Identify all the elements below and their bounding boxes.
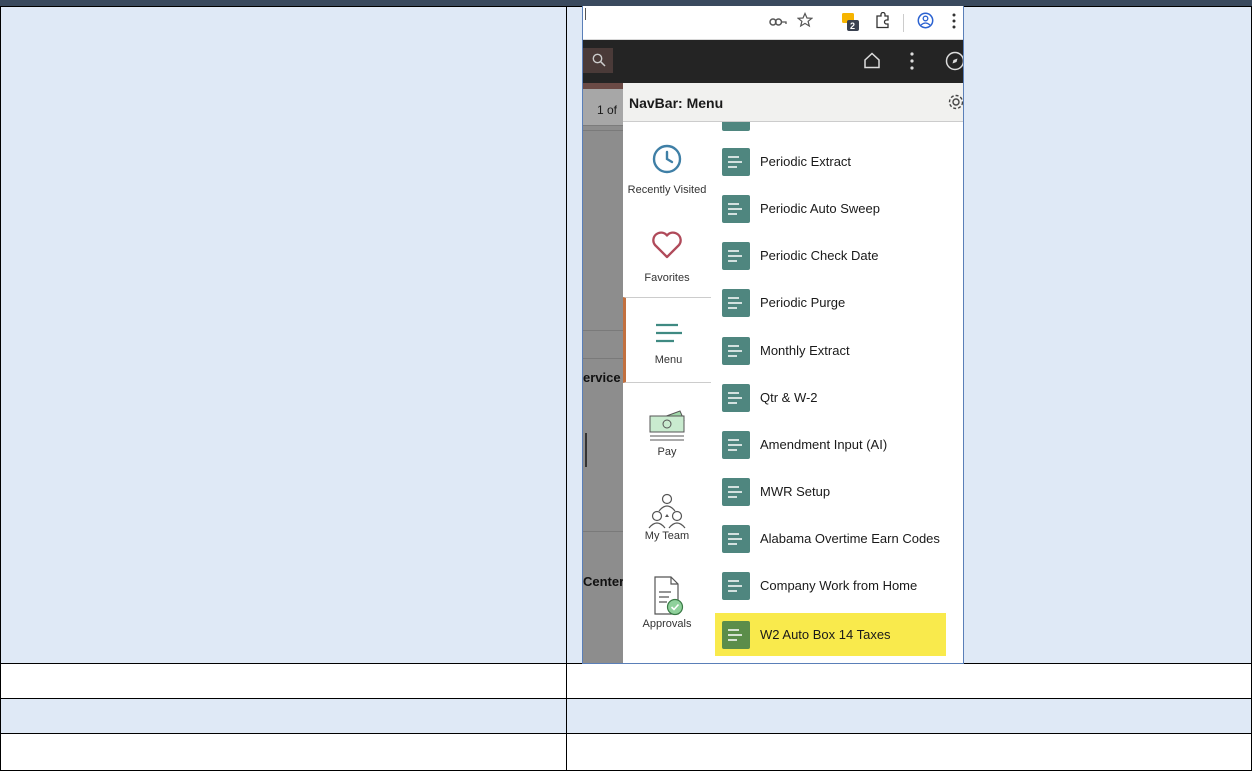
search-icon[interactable] <box>583 48 613 73</box>
underlying-page: 1 of ervice Center <box>583 83 625 663</box>
menu-item-label: Company Work from Home <box>760 578 918 593</box>
sidebar-item-label: Pay <box>657 446 677 458</box>
puzzle-icon[interactable] <box>875 11 891 34</box>
sidebar-item-label: My Team <box>644 530 690 542</box>
text-cursor-icon <box>585 8 586 20</box>
key-icon[interactable] <box>769 15 787 33</box>
pager-text: 1 of <box>597 103 618 117</box>
menu-item[interactable]: Periodic Check Date <box>716 236 940 276</box>
menu-item[interactable]: Monthly Extract <box>716 331 940 371</box>
menu-item-label: Alabama Overtime Earn Codes <box>760 531 940 546</box>
menu-item[interactable]: Periodic Purge <box>716 283 940 323</box>
sidebar-item-pay[interactable]: Pay <box>623 408 711 478</box>
table-cell <box>0 6 567 664</box>
team-icon <box>646 492 688 530</box>
underlying-label-service: ervice <box>583 370 621 385</box>
underlying-row-line <box>583 330 623 331</box>
menu-item[interactable]: Company Work from Home <box>716 566 940 606</box>
table-row <box>0 663 1252 699</box>
actions-menu-icon[interactable] <box>910 52 914 75</box>
navbar-compass-icon[interactable] <box>945 51 963 76</box>
underlying-row-line <box>583 130 623 131</box>
menu-item-icon <box>722 431 750 459</box>
menu-item-icon <box>722 525 750 553</box>
star-icon[interactable] <box>796 12 814 33</box>
sidebar-item-my-team[interactable]: My Team <box>623 492 711 562</box>
navbar-sidebar: Recently Visited Favorites Menu Pay My T… <box>623 122 712 663</box>
table-cell <box>0 698 567 734</box>
menu-item-label: MWR Setup <box>760 484 831 499</box>
menu-item-icon <box>722 148 750 176</box>
table-cell <box>566 733 1252 771</box>
menu-item-label: Qtr & W-2 <box>760 390 818 405</box>
money-icon <box>647 408 687 444</box>
menu-item-label: Periodic Auto Sweep <box>760 201 880 216</box>
sidebar-item-label: Menu <box>654 354 683 366</box>
table-row <box>0 698 1252 734</box>
menu-item-icon <box>722 337 750 365</box>
browser-menu-icon[interactable] <box>952 13 956 34</box>
table-cell <box>566 698 1252 734</box>
menu-item-label: Periodic Check Date <box>760 248 879 263</box>
sidebar-item-recently-visited[interactable]: Recently Visited <box>623 144 711 214</box>
menu-item[interactable]: Alabama Overtime Earn Codes <box>716 519 940 559</box>
menu-item-label: Amendment Input (AI) <box>760 437 888 452</box>
settings-gear-icon[interactable] <box>947 93 963 116</box>
clock-icon <box>652 144 682 174</box>
underlying-input-border <box>585 433 587 467</box>
navbar-header: NavBar: Menu <box>623 83 963 122</box>
browser-toolbar: 2 <box>583 6 963 40</box>
menu-item-icon <box>722 478 750 506</box>
menu-item-label: Periodic Extract <box>760 154 852 169</box>
sidebar-item-label: Recently Visited <box>627 184 707 196</box>
navbar-panel: NavBar: Menu Recently Visited Favorites <box>623 83 963 663</box>
table-row <box>0 733 1252 771</box>
sidebar-item-favorites[interactable]: Favorites <box>623 230 711 300</box>
table-cell <box>566 663 1252 699</box>
underlying-row-line <box>583 531 623 532</box>
navbar-title: NavBar: Menu <box>629 95 724 111</box>
menu-item[interactable]: Periodic Auto Sweep <box>716 189 940 229</box>
menu-item-icon <box>722 195 750 223</box>
menu-item-label: W2 Auto Box 14 Taxes <box>760 627 891 642</box>
extension-icon[interactable]: 2 <box>841 12 861 37</box>
menu-list: Periodic Extract Periodic Auto Sweep Per… <box>712 122 963 663</box>
menu-item-icon <box>722 289 750 317</box>
sidebar-item-menu[interactable]: Menu <box>623 297 711 383</box>
table-cell <box>0 663 567 699</box>
menu-item[interactable]: MWR Setup <box>716 472 940 512</box>
sidebar-item-approvals[interactable]: Approvals <box>623 574 711 654</box>
tab-count-badge: 2 <box>850 21 856 31</box>
menu-item[interactable]: Periodic Extract <box>716 142 940 182</box>
table-cell <box>0 733 567 771</box>
menu-lines-icon <box>654 322 684 344</box>
menu-item[interactable]: Qtr & W-2 <box>716 378 940 418</box>
app-header-bar <box>583 40 963 83</box>
menu-item[interactable]: Amendment Input (AI) <box>716 425 940 465</box>
home-icon[interactable] <box>863 52 881 74</box>
menu-item-icon <box>722 242 750 270</box>
menu-item-icon <box>722 572 750 600</box>
menu-item-icon <box>722 621 750 649</box>
approvals-icon <box>647 574 687 618</box>
underlying-label-center: Center <box>583 574 625 589</box>
menu-item-partial[interactable] <box>722 122 750 131</box>
embedded-screenshot: 2 1 of ervice Center NavBar: Menu Recent… <box>582 6 964 664</box>
sidebar-item-label: Favorites <box>644 272 690 284</box>
menu-item-label: Monthly Extract <box>760 343 850 358</box>
sidebar-item-label: Approvals <box>642 618 692 630</box>
profile-icon[interactable] <box>917 12 934 34</box>
toolbar-divider <box>903 14 904 32</box>
underlying-row-line <box>583 358 623 359</box>
menu-item-icon <box>722 384 750 412</box>
menu-item-label: Periodic Purge <box>760 295 846 310</box>
menu-item-highlighted[interactable]: W2 Auto Box 14 Taxes <box>715 613 946 656</box>
heart-icon <box>651 230 683 260</box>
